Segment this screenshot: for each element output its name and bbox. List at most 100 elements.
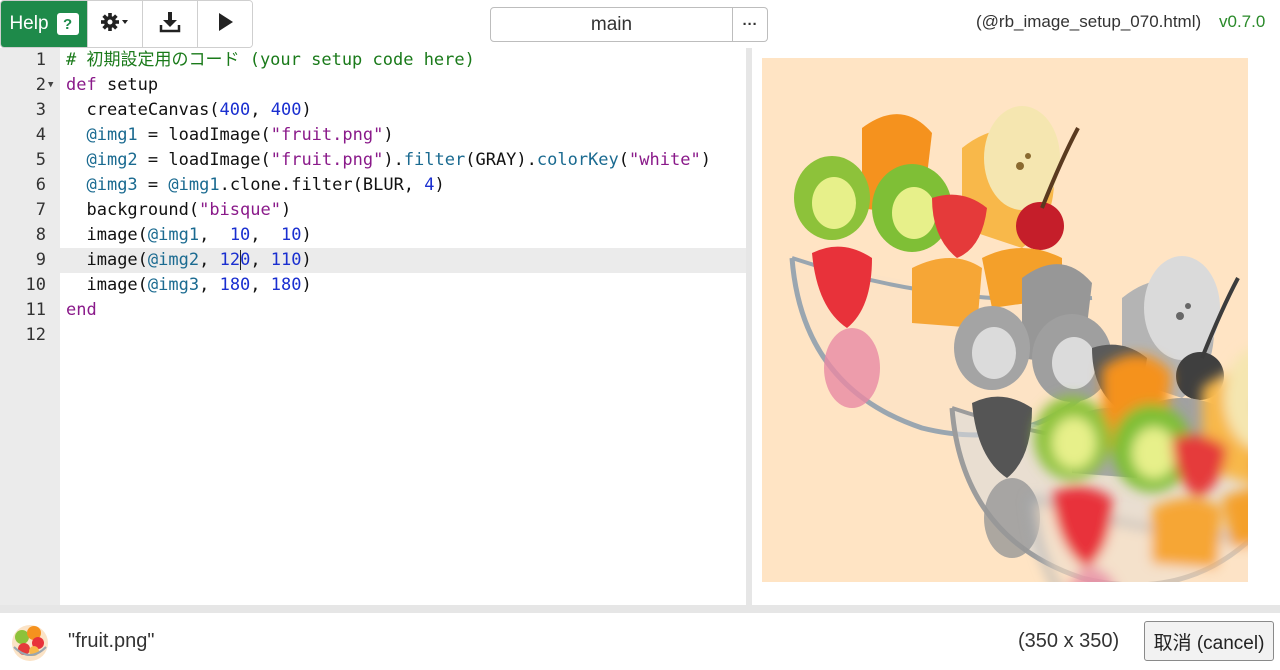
toolbar: Help ? main ··· (@rb_image_setup_070.htm…	[0, 0, 1280, 48]
panel-separator[interactable]	[0, 605, 1280, 613]
gear-icon	[100, 11, 130, 38]
number-token: 180	[270, 275, 302, 295]
code-token: ,	[250, 225, 282, 245]
settings-dropdown-button[interactable]	[87, 1, 142, 47]
download-button[interactable]	[142, 1, 197, 47]
filename-label: (@rb_image_setup_070.html)	[976, 12, 1202, 31]
number-token: 0	[240, 250, 251, 270]
variable-token: @img1	[86, 125, 138, 145]
version-label: v0.7.0	[1219, 12, 1266, 31]
code-lines: 1 # 初期設定用のコード (your setup code here) 2 ▼ de…	[0, 48, 746, 348]
code-line-active[interactable]: 9 image(@img2, 120, 110)	[0, 248, 746, 273]
code-token: image(	[86, 225, 148, 245]
string-token: "fruit.png"	[270, 150, 384, 170]
keyword: def	[66, 75, 97, 95]
code-token: =	[137, 175, 169, 195]
line-number: 2	[35, 75, 46, 95]
code-token: background(	[86, 200, 200, 220]
line-number: 10	[25, 275, 46, 295]
download-icon	[159, 11, 181, 38]
variable-token: @img1	[168, 175, 220, 195]
help-button[interactable]: Help ?	[1, 1, 87, 47]
variable-token: @img1	[147, 225, 200, 245]
string-token: "fruit.png"	[270, 125, 384, 145]
code-token: )	[280, 200, 292, 220]
code-token: (	[618, 150, 630, 170]
asset-dimensions: (350 x 350)	[1018, 630, 1120, 652]
code-token: image(	[86, 250, 148, 270]
code-editor[interactable]: 1 # 初期設定用のコード (your setup code here) 2 ▼ de…	[0, 48, 746, 605]
line-number: 3	[35, 100, 46, 120]
code-line[interactable]: 5 @img2 = loadImage("fruit.png").filter(…	[0, 148, 746, 173]
file-select[interactable]: main	[490, 7, 733, 42]
code-token: )	[301, 275, 312, 295]
code-token: (GRAY).	[465, 150, 537, 170]
variable-token: @img3	[147, 275, 200, 295]
code-line[interactable]: 7 background("bisque")	[0, 198, 746, 223]
play-icon	[216, 12, 234, 37]
code-line[interactable]: 6 @img3 = @img1.clone.filter(BLUR, 4)	[0, 173, 746, 198]
number-token: 400	[270, 100, 302, 120]
asset-bar: "fruit.png" (350 x 350) 取消 (cancel)	[0, 613, 1280, 670]
code-token: ,	[199, 250, 220, 270]
code-token: image(	[86, 275, 148, 295]
fruit-illustration	[762, 58, 1248, 582]
number-token: 400	[219, 100, 251, 120]
fold-arrow-icon[interactable]: ▼	[48, 73, 53, 98]
number-token: 12	[219, 250, 241, 270]
code-line[interactable]: 8 image(@img1, 10, 10)	[0, 223, 746, 248]
line-number: 11	[25, 300, 46, 320]
code-token: )	[383, 125, 394, 145]
variable-token: @img2	[86, 150, 138, 170]
code-token: createCanvas(	[86, 100, 220, 120]
comment-text: # 初期設定用のコード (your setup code here)	[66, 50, 475, 70]
code-token: = loadImage(	[137, 125, 271, 145]
code-token: ,	[199, 225, 230, 245]
line-number: 1	[35, 50, 46, 70]
code-line[interactable]: 10 image(@img3, 180, 180)	[0, 273, 746, 298]
help-badge: ?	[56, 13, 79, 35]
cancel-button[interactable]: 取消 (cancel)	[1144, 621, 1274, 661]
code-line[interactable]: 1 # 初期設定用のコード (your setup code here)	[0, 48, 746, 73]
number-token: 4	[424, 175, 435, 195]
code-line[interactable]: 4 @img1 = loadImage("fruit.png")	[0, 123, 746, 148]
code-token: ).	[383, 150, 404, 170]
number-token: 110	[270, 250, 302, 270]
variable-token: @img2	[147, 250, 200, 270]
line-number: 7	[35, 200, 46, 220]
method-token: colorKey	[536, 150, 619, 170]
number-token: 180	[219, 275, 251, 295]
keyword: end	[66, 300, 97, 320]
code-token: = loadImage(	[137, 150, 271, 170]
line-number: 9	[35, 250, 46, 270]
method-token: filter	[403, 150, 466, 170]
code-token: )	[301, 250, 312, 270]
code-token: )	[301, 225, 312, 245]
code-token: ,	[199, 275, 220, 295]
preview-pane	[752, 48, 1280, 605]
code-token: )	[700, 150, 711, 170]
toolbar-button-group: Help ?	[0, 0, 253, 48]
fruit-thumbnail[interactable]	[8, 619, 52, 663]
help-label: Help	[9, 13, 49, 34]
code-token: )	[301, 100, 312, 120]
string-token: "bisque"	[199, 200, 281, 220]
run-button[interactable]	[197, 1, 252, 47]
number-token: 10	[229, 225, 251, 245]
code-line[interactable]: 12	[0, 323, 746, 348]
variable-token: @img3	[86, 175, 138, 195]
code-line[interactable]: 11 end	[0, 298, 746, 323]
line-number: 5	[35, 150, 46, 170]
preview-canvas[interactable]	[762, 58, 1248, 582]
code-line[interactable]: 2 ▼ def setup	[0, 73, 746, 98]
code-line[interactable]: 3 createCanvas(400, 400)	[0, 98, 746, 123]
line-number: 8	[35, 225, 46, 245]
code-token: ,	[250, 250, 271, 270]
line-number: 6	[35, 175, 46, 195]
asset-name: "fruit.png"	[68, 630, 155, 652]
number-token: 10	[281, 225, 302, 245]
code-token: .clone.filter(BLUR,	[219, 175, 425, 195]
string-token: "white"	[629, 150, 701, 170]
file-more-button[interactable]: ···	[733, 7, 768, 42]
code-token: ,	[250, 100, 271, 120]
